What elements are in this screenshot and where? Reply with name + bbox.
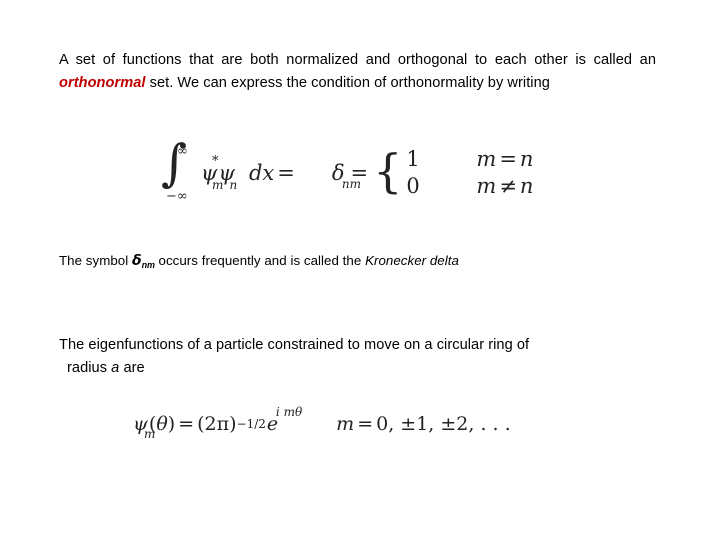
differential-dx: dx	[248, 161, 275, 185]
m-equals: =	[357, 413, 374, 435]
eigen-line-2: radius a are	[59, 357, 659, 380]
case1-m: m	[476, 147, 497, 171]
case2-n: n	[519, 174, 534, 198]
radius-symbol: a	[111, 359, 120, 376]
exponent-minus-half: −1/2	[236, 417, 266, 431]
paragraph-intro: A set of functions that are both normali…	[59, 49, 656, 94]
integral-upper-limit: ∞	[177, 144, 188, 159]
psi-n: ψ n	[218, 161, 237, 192]
theta-glyph: θ	[156, 413, 168, 435]
symbol-text-before: The symbol	[59, 253, 129, 268]
equals-sign: =	[178, 413, 195, 435]
case2-operator: ≠	[499, 174, 517, 198]
m-label: m	[336, 413, 355, 435]
m-values-list: 0, ±1, ±2, . . .	[376, 413, 511, 435]
cases-block: { 1 m = n 0 m ≠ n	[373, 146, 533, 200]
symbol-delta-inline: δnm	[131, 253, 155, 270]
psi-m-conjugate: ψ * m	[201, 154, 223, 192]
eigen-line-2-before: radius	[67, 359, 108, 376]
case-row-not-equal: 0 m ≠ n	[406, 173, 533, 200]
delta-glyph-inline: δ	[131, 253, 142, 269]
case1-n: n	[519, 147, 534, 171]
delta-subscript-inline: nm	[141, 260, 155, 270]
paren-close: )	[167, 413, 176, 435]
case-value-zero: 0	[406, 174, 420, 198]
psi-subscript-m: m	[144, 427, 156, 441]
base-paren-open: (	[197, 413, 205, 435]
case-value-one: 1	[406, 147, 420, 171]
equals-sign-first: =	[277, 161, 295, 185]
keyword-orthonormal: orthonormal	[59, 74, 146, 91]
case2-m: m	[476, 174, 497, 198]
left-curly-brace: {	[373, 144, 403, 199]
intro-line-1: A set of functions that are both normali…	[59, 52, 568, 68]
intro-line-3: orthonormality by writing	[390, 74, 550, 91]
slide-canvas: A set of functions that are both normali…	[0, 0, 720, 540]
kronecker-delta-term: δ nm	[332, 161, 361, 191]
paragraph-symbol: The symbol δnm occurs frequently and is …	[59, 251, 679, 275]
psi-m-function: ψ m	[133, 413, 155, 441]
case-condition-equal: m = n	[476, 146, 533, 173]
cases-rows: 1 m = n 0 m ≠ n	[406, 146, 533, 200]
integral-lower-limit: −∞	[166, 189, 188, 204]
case-condition-not-equal: m ≠ n	[476, 173, 533, 200]
eigen-line-2-after: are	[123, 359, 145, 376]
symbol-text-middle: occurs frequently and is called the	[158, 253, 362, 268]
two-pi: 2π	[204, 413, 230, 435]
eigen-line-1: The eigenfunctions of a particle constra…	[59, 337, 530, 353]
base-paren-close: )	[229, 413, 237, 435]
case1-operator: =	[499, 147, 517, 171]
equation-orthonormality: ∫ ∞ −∞ ψ * m ψ n dx = δ nm = { 1 m = n 0…	[157, 138, 533, 204]
integral-with-limits: ∫ ∞ −∞	[157, 138, 201, 204]
intro-line-2-after: set. We can express the condition of	[149, 74, 387, 91]
intro-line-2-before: is called an	[575, 52, 656, 68]
exponential-term: e i mθ	[267, 405, 302, 435]
equation-eigenfunction: ψ m ( θ ) = ( 2π ) −1/2 e i mθ m = 0, ±1, …	[133, 405, 511, 441]
psi-subscript-n: n	[229, 178, 238, 192]
paragraph-eigenfunctions: The eigenfunctions of a particle constra…	[59, 334, 659, 379]
m-quantum-numbers: m = 0, ±1, ±2, . . .	[336, 413, 511, 435]
delta-subscript-nm: nm	[341, 177, 361, 191]
e-exponent-imtheta: i mθ	[275, 405, 303, 419]
kronecker-delta-term-label: Kronecker delta	[365, 253, 459, 268]
case-row-equal: 1 m = n	[406, 146, 533, 173]
